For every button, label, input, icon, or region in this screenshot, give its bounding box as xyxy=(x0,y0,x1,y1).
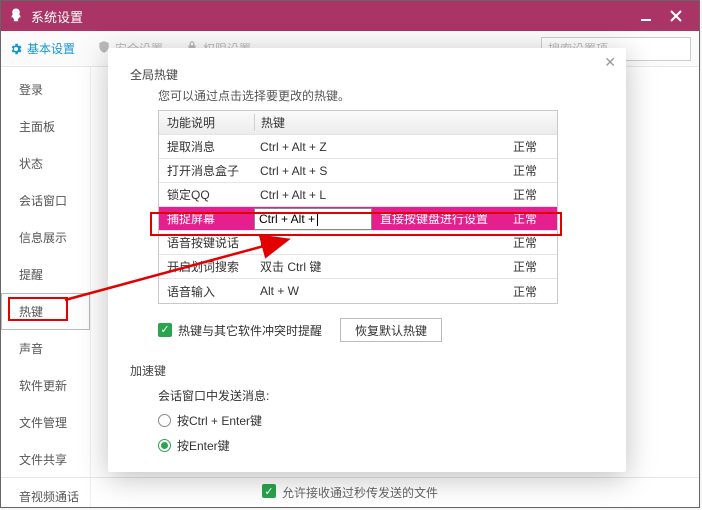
table-header: 功能说明 热键 xyxy=(159,111,557,135)
table-row[interactable]: 打开消息盒子 Ctrl + Alt + S 正常 xyxy=(159,159,557,183)
table-row-selected[interactable]: 捕捉屏幕 Ctrl + Alt + 直接按键盘进行设置 正常 xyxy=(159,207,557,231)
dialog-close-button[interactable]: ✕ xyxy=(604,54,616,71)
app-logo-icon xyxy=(7,7,25,25)
sidebar-item-reminder[interactable]: 提醒 xyxy=(1,256,90,293)
sidebar-item-login[interactable]: 登录 xyxy=(1,71,90,108)
table-row[interactable]: 提取消息 Ctrl + Alt + Z 正常 xyxy=(159,135,557,159)
radio-label: 按Enter键 xyxy=(177,437,230,454)
text-caret xyxy=(317,212,318,226)
check-icon: ✓ xyxy=(158,323,172,337)
radio-label: 按Ctrl + Enter键 xyxy=(177,412,262,429)
radio-icon xyxy=(158,414,171,427)
bottom-label: 允许接收通过秒传发送的文件 xyxy=(282,484,438,501)
sidebar-item-info-display[interactable]: 信息展示 xyxy=(1,219,90,256)
radio-ctrl-enter[interactable]: 按Ctrl + Enter键 xyxy=(158,412,604,429)
table-row[interactable]: 语音输入 Alt + W 正常 xyxy=(159,279,557,303)
sidebar-item-chat-window[interactable]: 会话窗口 xyxy=(1,182,90,219)
hotkey-settings-dialog: ✕ 全局热键 您可以通过点击选择要更改的热键。 功能说明 热键 提取消息 Ctr… xyxy=(108,48,626,472)
radio-icon xyxy=(158,439,171,452)
conflict-notify-checkbox[interactable]: ✓ 热键与其它软件冲突时提醒 xyxy=(158,322,322,339)
sidebar-item-update[interactable]: 软件更新 xyxy=(1,367,90,404)
restore-default-hotkey-button[interactable]: 恢复默认热键 xyxy=(340,318,442,342)
bottom-option[interactable]: ✓ 允许接收通过秒传发送的文件 xyxy=(1,477,699,507)
checkbox-label: 热键与其它软件冲突时提醒 xyxy=(178,322,322,339)
group-title-global-hotkey: 全局热键 xyxy=(130,66,604,83)
radio-enter[interactable]: 按Enter键 xyxy=(158,437,604,454)
group-desc: 您可以通过点击选择要更改的热键。 xyxy=(158,87,604,104)
sidebar-item-hotkey[interactable]: 热键 xyxy=(1,293,90,330)
group-title-accelerator: 加速键 xyxy=(130,362,604,379)
hotkey-input[interactable]: Ctrl + Alt + xyxy=(254,208,372,230)
window-title: 系统设置 xyxy=(31,7,83,26)
table-row[interactable]: 锁定QQ Ctrl + Alt + L 正常 xyxy=(159,183,557,207)
hotkey-table: 功能说明 热键 提取消息 Ctrl + Alt + Z 正常 打开消息盒子 Ct… xyxy=(158,110,558,304)
sidebar-item-file-manage[interactable]: 文件管理 xyxy=(1,404,90,441)
titlebar: 系统设置 xyxy=(1,1,699,31)
close-button[interactable] xyxy=(661,1,691,31)
tab-basic-settings[interactable]: 基本设置 xyxy=(9,40,75,57)
minimize-button[interactable] xyxy=(631,1,661,31)
check-icon: ✓ xyxy=(262,484,276,498)
accel-label: 会话窗口中发送消息: xyxy=(158,387,604,404)
col-header-name: 功能说明 xyxy=(159,114,254,131)
tab-label: 基本设置 xyxy=(27,40,75,57)
col-header-key: 热键 xyxy=(254,114,374,131)
sidebar-item-status[interactable]: 状态 xyxy=(1,145,90,182)
settings-sidebar: 登录 主面板 状态 会话窗口 信息展示 提醒 热键 声音 软件更新 文件管理 文… xyxy=(1,67,91,507)
sidebar-item-main-panel[interactable]: 主面板 xyxy=(1,108,90,145)
gear-icon xyxy=(9,42,23,56)
sidebar-item-file-share[interactable]: 文件共享 xyxy=(1,441,90,478)
table-row[interactable]: 语音按键说话 F2 正常 xyxy=(159,231,557,255)
sidebar-item-sound[interactable]: 声音 xyxy=(1,330,90,367)
table-row[interactable]: 开启划词搜索 双击 Ctrl 键 正常 xyxy=(159,255,557,279)
